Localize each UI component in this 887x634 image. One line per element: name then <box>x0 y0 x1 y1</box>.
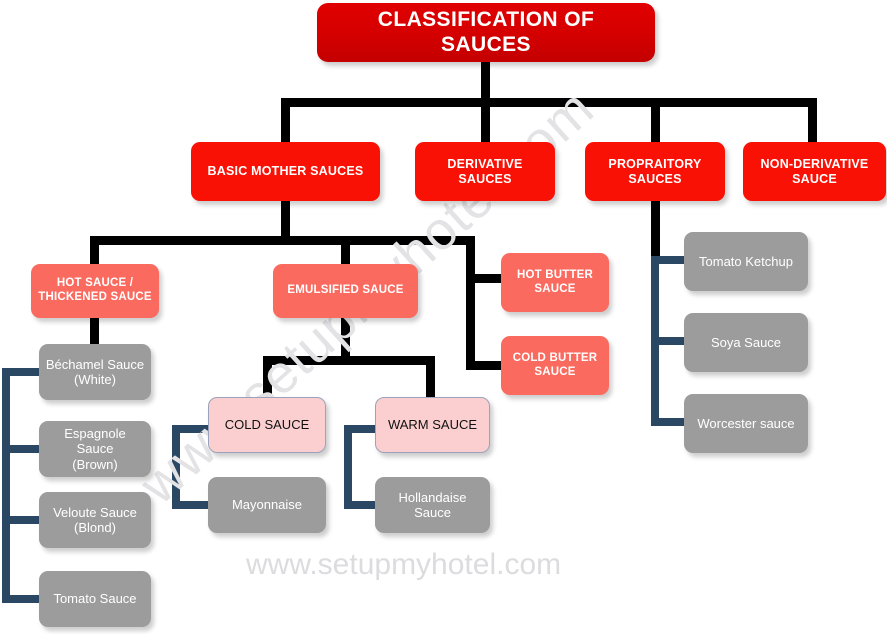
node-propraitory-sauces[interactable]: PROPRAITORY SAUCES <box>585 142 725 201</box>
node-tomato-sauce[interactable]: Tomato Sauce <box>39 571 151 627</box>
emulsified-sauce-label: EMULSIFIED SAUCE <box>287 284 404 297</box>
node-basic-mother-sauces[interactable]: BASIC MOTHER SAUCES <box>191 142 380 201</box>
basic-mother-sauces-label: BASIC MOTHER SAUCES <box>207 164 364 179</box>
warm-sauce-label: WARM SAUCE <box>387 417 478 433</box>
mayonnaise-label: Mayonnaise <box>231 497 303 513</box>
node-emulsified-sauce[interactable]: EMULSIFIED SAUCE <box>273 264 418 318</box>
node-cold-butter-sauce[interactable]: COLD BUTTER SAUCE <box>501 336 609 395</box>
node-derivative-sauces[interactable]: DERIVATIVE SAUCES <box>415 142 555 201</box>
node-warm-sauce[interactable]: WARM SAUCE <box>375 397 490 453</box>
node-non-derivative-sauce[interactable]: NON-DERIVATIVE SAUCE <box>743 142 886 201</box>
hot-thickened-sauce-line-1: HOT SAUCE / <box>56 277 134 290</box>
bechamel-sauce-line-1: Béchamel Sauce <box>45 356 145 372</box>
non-derivative-sauce-line-1: NON-DERIVATIVE <box>760 156 869 171</box>
node-classification-of-sauces[interactable]: CLASSIFICATION OF SAUCES <box>317 3 655 62</box>
veloute-sauce-line-2: (Blond) <box>74 520 116 535</box>
node-hot-thickened-sauce[interactable]: HOT SAUCE / THICKENED SAUCE <box>31 264 159 318</box>
espagnole-sauce-line-1: Espagnole Sauce <box>64 426 126 457</box>
cold-butter-sauce-line-1: COLD BUTTER <box>512 351 598 364</box>
cold-sauce-label: COLD SAUCE <box>224 417 310 433</box>
tomato-ketchup-label: Tomato Ketchup <box>699 253 793 269</box>
node-cold-sauce[interactable]: COLD SAUCE <box>208 397 326 453</box>
root-line-2: SAUCES <box>441 32 531 56</box>
propraitory-sauces-line-1: PROPRAITORY <box>608 156 702 171</box>
node-bechamel-sauce[interactable]: Béchamel Sauce (White) <box>39 344 151 400</box>
cold-butter-sauce-line-2: SAUCE <box>534 365 576 378</box>
node-hollandaise-sauce[interactable]: Hollandaise Sauce <box>375 477 490 533</box>
hot-thickened-sauce-line-2: THICKENED SAUCE <box>38 291 152 303</box>
node-espagnole-sauce[interactable]: Espagnole Sauce (Brown) <box>39 421 151 477</box>
hollandaise-sauce-label: Hollandaise Sauce <box>398 489 467 520</box>
veloute-sauce-line-1: Veloute Sauce <box>53 504 137 520</box>
node-worcester-sauce[interactable]: Worcester sauce <box>684 394 808 453</box>
sauce-classification-diagram: www.setupmyhotel.com www.setupmyhotel.co… <box>0 0 887 634</box>
soya-sauce-label: Soya Sauce <box>710 334 782 350</box>
hot-butter-sauce-line-2: SAUCE <box>534 282 576 295</box>
espagnole-sauce-line-2: (Brown) <box>72 456 118 472</box>
hot-butter-sauce-line-1: HOT BUTTER <box>516 268 594 281</box>
worcester-sauce-label: Worcester sauce <box>697 415 795 431</box>
node-soya-sauce[interactable]: Soya Sauce <box>684 313 808 372</box>
node-hot-butter-sauce[interactable]: HOT BUTTER SAUCE <box>501 253 609 312</box>
tomato-sauce-label: Tomato Sauce <box>53 591 137 607</box>
bechamel-sauce-line-2: (White) <box>74 372 116 387</box>
node-tomato-ketchup[interactable]: Tomato Ketchup <box>684 232 808 291</box>
non-derivative-sauce-line-2: SAUCE <box>792 171 837 186</box>
node-veloute-sauce[interactable]: Veloute Sauce (Blond) <box>39 492 151 548</box>
root-line-1: CLASSIFICATION OF <box>377 7 595 31</box>
derivative-sauces-label: DERIVATIVE SAUCES <box>447 156 523 186</box>
node-mayonnaise[interactable]: Mayonnaise <box>208 477 326 533</box>
propraitory-sauces-line-2: SAUCES <box>628 171 682 186</box>
